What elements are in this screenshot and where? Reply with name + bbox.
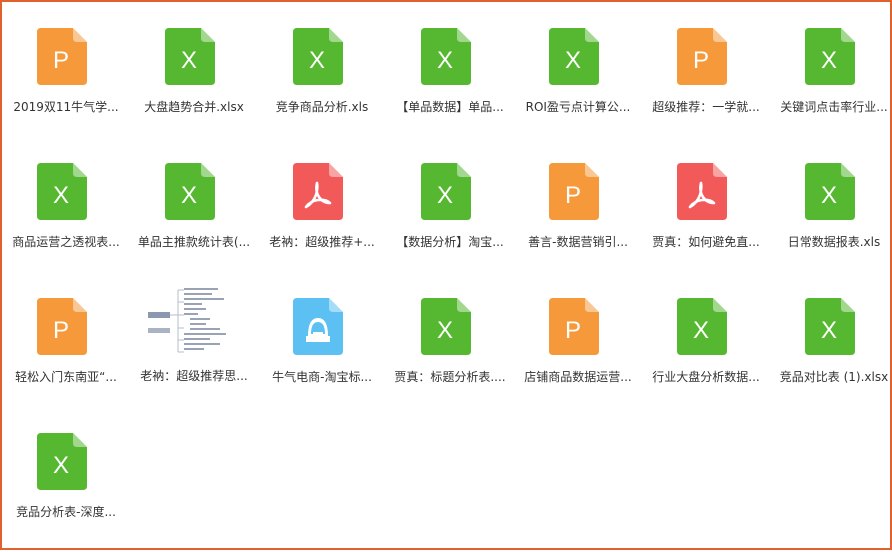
svg-text:X: X	[437, 47, 453, 74]
file-item[interactable]: X 竞品对比表 (1).xlsx	[770, 272, 892, 407]
file-item[interactable]: X 【单品数据】单品...	[386, 2, 514, 137]
svg-text:X: X	[821, 317, 837, 344]
file-item[interactable]: P 轻松入门东南亚“...	[2, 272, 130, 407]
excel-file-icon: X	[293, 28, 343, 85]
svg-text:X: X	[53, 182, 69, 209]
file-grid: P 2019双11牛气学... X 大盘趋势合并.xlsx X 竞争商品分析.xls X 【单…	[2, 2, 892, 552]
svg-text:P: P	[565, 317, 581, 344]
file-name-label: 竞品对比表 (1).xlsx	[779, 370, 889, 384]
excel-file-icon: X	[165, 163, 215, 220]
file-name-label: 行业大盘分析数据...	[652, 370, 760, 384]
excel-file-icon: X	[421, 163, 471, 220]
file-item[interactable]: P 2019双11牛气学...	[2, 2, 130, 137]
svg-text:P: P	[53, 317, 69, 344]
svg-text:X: X	[437, 317, 453, 344]
ppt-file-icon: P	[549, 163, 599, 220]
file-item[interactable]: P 店铺商品数据运营...	[514, 272, 642, 407]
file-name-label: 竞争商品分析.xls	[275, 100, 369, 114]
file-name-label: 老衲：超级推荐+...	[269, 235, 375, 249]
svg-text:P: P	[693, 47, 709, 74]
excel-file-icon: X	[805, 163, 855, 220]
svg-text:X: X	[309, 47, 325, 74]
file-name-label: 【数据分析】淘宝...	[396, 235, 504, 249]
file-item[interactable]: X 大盘趋势合并.xlsx	[130, 2, 258, 137]
excel-file-icon: X	[165, 28, 215, 85]
svg-text:X: X	[181, 182, 197, 209]
svg-text:X: X	[821, 182, 837, 209]
excel-file-icon: X	[421, 28, 471, 85]
file-name-label: 店铺商品数据运营...	[524, 370, 632, 384]
excel-file-icon: X	[677, 298, 727, 355]
file-item[interactable]: 贾真：如何避免直...	[642, 137, 770, 272]
file-item[interactable]: P 超级推荐：一学就...	[642, 2, 770, 137]
svg-text:P: P	[565, 182, 581, 209]
file-name-label: 竞品分析表-深度...	[16, 505, 116, 519]
file-name-label: 2019双11牛气学...	[13, 100, 119, 114]
ppt-file-icon: P	[37, 298, 87, 355]
file-browser-window: P 2019双11牛气学... X 大盘趋势合并.xlsx X 竞争商品分析.xls X 【单…	[0, 0, 892, 550]
pdf-file-icon	[677, 163, 727, 220]
file-item[interactable]: X 关键词点击率行业...	[770, 2, 892, 137]
file-item[interactable]: 老衲：超级推荐思...	[130, 272, 258, 407]
svg-text:P: P	[53, 47, 69, 74]
file-name-label: 老衲：超级推荐思...	[140, 369, 248, 383]
file-name-label: 牛气电商-淘宝标...	[272, 370, 372, 384]
file-name-label: ROI盈亏点计算公...	[525, 100, 631, 114]
svg-text:X: X	[53, 452, 69, 479]
excel-file-icon: X	[37, 433, 87, 490]
pdf-file-icon	[293, 163, 343, 220]
excel-file-icon: X	[37, 163, 87, 220]
svg-text:X: X	[565, 47, 581, 74]
excel-file-icon: X	[805, 298, 855, 355]
image-file-icon	[293, 298, 343, 355]
file-item[interactable]: 牛气电商-淘宝标...	[258, 272, 386, 407]
ppt-file-icon: P	[549, 298, 599, 355]
excel-file-icon: X	[805, 28, 855, 85]
file-item[interactable]: X 【数据分析】淘宝...	[386, 137, 514, 272]
file-item[interactable]: X 商品运营之透视表...	[2, 137, 130, 272]
file-name-label: 大盘趋势合并.xlsx	[144, 100, 244, 114]
excel-file-icon: X	[549, 28, 599, 85]
file-name-label: 日常数据报表.xls	[787, 235, 881, 249]
file-name-label: 关键词点击率行业...	[780, 100, 888, 114]
file-item[interactable]: X 日常数据报表.xls	[770, 137, 892, 272]
file-name-label: 贾真：标题分析表....	[394, 370, 506, 384]
svg-text:X: X	[181, 47, 197, 74]
file-item[interactable]: X ROI盈亏点计算公...	[514, 2, 642, 137]
file-item[interactable]: X 贾真：标题分析表....	[386, 272, 514, 407]
file-item[interactable]: P 善言-数据营销引...	[514, 137, 642, 272]
svg-text:X: X	[821, 47, 837, 74]
file-name-label: 超级推荐：一学就...	[652, 100, 760, 114]
ppt-file-icon: P	[677, 28, 727, 85]
file-item[interactable]: 老衲：超级推荐+...	[258, 137, 386, 272]
mindmap-thumbnail	[146, 282, 242, 358]
file-name-label: 【单品数据】单品...	[396, 100, 504, 114]
file-item[interactable]: X 单品主推款统计表(...	[130, 137, 258, 272]
svg-text:X: X	[693, 317, 709, 344]
file-name-label: 轻松入门东南亚“...	[15, 370, 117, 384]
file-name-label: 商品运营之透视表...	[12, 235, 120, 249]
excel-file-icon: X	[421, 298, 471, 355]
file-item[interactable]: X 竞品分析表-深度...	[2, 407, 130, 542]
file-item[interactable]: X 行业大盘分析数据...	[642, 272, 770, 407]
file-item[interactable]: X 竞争商品分析.xls	[258, 2, 386, 137]
file-name-label: 贾真：如何避免直...	[652, 235, 760, 249]
svg-text:X: X	[437, 182, 453, 209]
ppt-file-icon: P	[37, 28, 87, 85]
file-name-label: 善言-数据营销引...	[528, 235, 628, 249]
file-name-label: 单品主推款统计表(...	[137, 235, 251, 249]
